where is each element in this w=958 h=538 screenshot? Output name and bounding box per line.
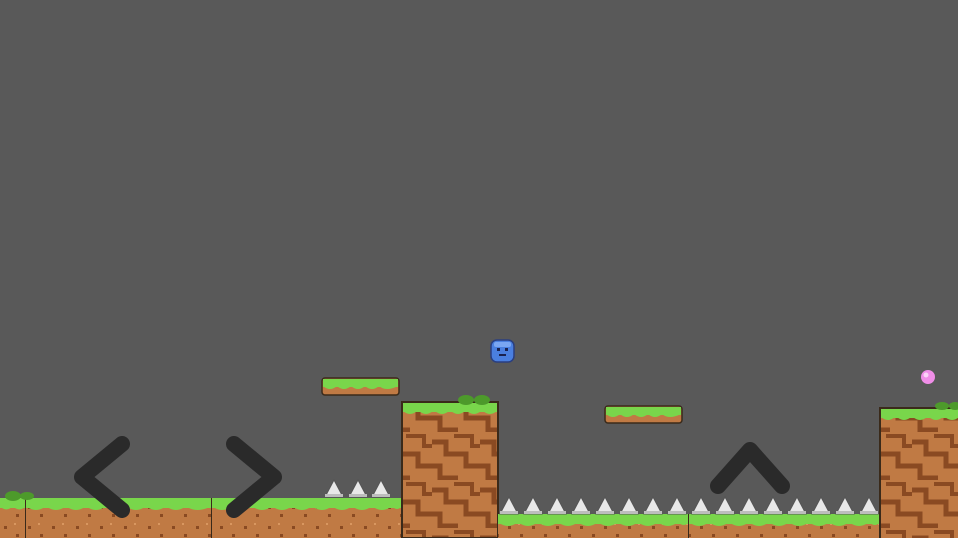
player-character — [490, 339, 515, 363]
spike-hazard — [499, 495, 879, 515]
dirt-pillar — [401, 401, 499, 538]
collectible-orb — [921, 370, 935, 384]
spike-base — [716, 511, 734, 514]
game-stage[interactable] — [0, 0, 958, 538]
spike-base — [500, 511, 518, 514]
ground-segment — [689, 514, 880, 538]
spike-base — [644, 511, 662, 514]
chevron-left-icon — [74, 436, 130, 518]
spike-base — [572, 511, 590, 514]
spike-base — [812, 511, 830, 514]
spike-base — [596, 511, 614, 514]
spike-base — [764, 511, 782, 514]
spike-base — [692, 511, 710, 514]
spike-base — [524, 511, 542, 514]
spike-base — [349, 494, 367, 497]
floating-platform — [604, 405, 683, 424]
ground-segment — [0, 498, 27, 538]
spike-base — [325, 494, 343, 497]
spike-base — [668, 511, 686, 514]
chevron-right-icon — [226, 436, 282, 518]
dirt-pillar — [879, 407, 958, 538]
game-scene — [0, 339, 958, 538]
spike-base — [548, 511, 566, 514]
spike-base — [620, 511, 638, 514]
move-right-button[interactable] — [224, 434, 286, 520]
spike-base — [372, 494, 390, 497]
bush-decoration — [935, 402, 958, 410]
floating-platform — [321, 377, 400, 396]
chevron-up-icon — [710, 442, 790, 494]
ground-segment — [498, 514, 690, 538]
spike-base — [836, 511, 854, 514]
spike-base — [740, 511, 758, 514]
jump-button[interactable] — [708, 438, 792, 496]
spike-base — [860, 511, 878, 514]
spike-hazard — [324, 478, 391, 498]
move-left-button[interactable] — [70, 434, 132, 520]
spike-base — [788, 511, 806, 514]
